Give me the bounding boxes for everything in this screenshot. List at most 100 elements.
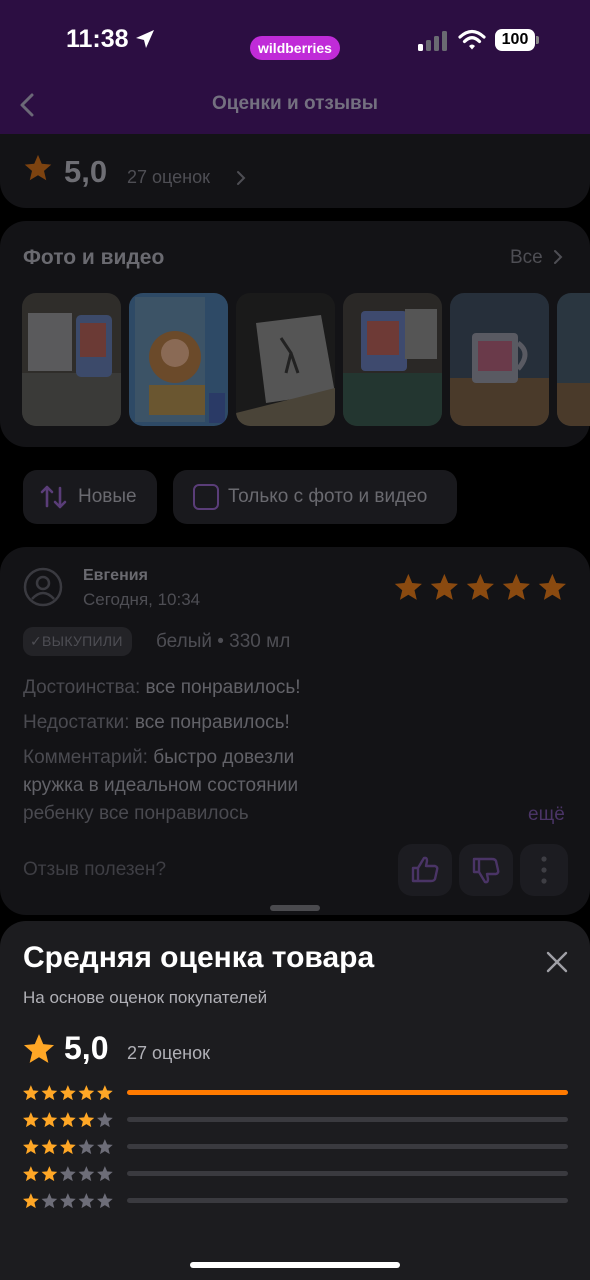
cons-text: все понравилось! xyxy=(134,712,290,733)
chevron-right-icon xyxy=(237,171,246,185)
bought-badge: ✓ВЫКУПИЛИ xyxy=(23,627,132,656)
review-menu-button[interactable] xyxy=(520,844,568,896)
distribution-stars xyxy=(23,1112,113,1128)
distribution-star xyxy=(60,1085,76,1101)
distribution-star xyxy=(97,1112,113,1128)
pros-label: Достоинства: xyxy=(23,677,141,698)
review-comment-line: кружка в идеальном состоянии xyxy=(23,775,298,797)
media-thumbnail[interactable] xyxy=(450,293,549,426)
distribution-star xyxy=(97,1085,113,1101)
distribution-star xyxy=(41,1112,58,1128)
sort-button[interactable]: Новые xyxy=(23,470,157,524)
wifi-icon xyxy=(458,29,486,50)
distribution-star xyxy=(78,1112,95,1128)
cons-label: Недостатки: xyxy=(23,712,130,733)
distribution-row-5 xyxy=(22,1083,568,1103)
review-star xyxy=(502,573,530,600)
rating-value: 5,0 xyxy=(64,154,108,189)
photo-filter-label: Только с фото и видео xyxy=(228,486,428,507)
distribution-star xyxy=(23,1166,39,1182)
distribution-star xyxy=(78,1166,95,1182)
star-icon xyxy=(24,154,52,181)
sheet-rating-value: 5,0 xyxy=(64,1030,109,1066)
status-bar: 11:38 wildberries 100 xyxy=(0,0,590,80)
photo-filter-checkbox[interactable] xyxy=(193,484,219,510)
distribution-star xyxy=(60,1193,76,1209)
media-thumbnail[interactable] xyxy=(22,293,121,426)
dislike-button[interactable] xyxy=(459,844,513,896)
review-date: Сегодня, 10:34 xyxy=(83,590,201,609)
reviewer-name: Евгения xyxy=(83,567,148,584)
page-title: Оценки и отзывы xyxy=(212,93,378,114)
sheet-grabber[interactable] xyxy=(270,905,320,911)
sort-icon xyxy=(40,485,67,509)
review-variant: белый • 330 мл xyxy=(156,631,291,652)
avatar-icon xyxy=(23,567,63,607)
media-section-title: Фото и видео xyxy=(23,246,165,269)
location-arrow-icon xyxy=(136,30,154,48)
comment-label: Комментарий: xyxy=(23,747,148,768)
more-vertical-icon xyxy=(541,856,547,884)
review-comment-line: ребенку все понравилось xyxy=(23,803,249,825)
distribution-row-2 xyxy=(22,1164,568,1184)
sheet-rating-count: 27 оценок xyxy=(127,1043,210,1063)
like-button[interactable] xyxy=(398,844,452,896)
nav-header: Оценки и отзывы xyxy=(0,80,590,134)
distribution-star xyxy=(60,1112,76,1128)
media-thumbnails xyxy=(22,293,590,426)
distribution-row-1 xyxy=(22,1191,568,1211)
media-thumbnail[interactable] xyxy=(343,293,442,426)
distribution-star xyxy=(78,1085,95,1101)
sort-label: Новые xyxy=(78,486,137,507)
distribution-row-3 xyxy=(22,1137,568,1157)
distribution-stars xyxy=(23,1166,113,1182)
review-comment: Комментарий: быстро довезли xyxy=(23,747,294,769)
close-icon[interactable] xyxy=(541,946,573,978)
distribution-star xyxy=(78,1193,95,1209)
distribution-star xyxy=(41,1193,58,1209)
distribution-stars xyxy=(23,1139,113,1155)
battery-level: 100 xyxy=(495,29,535,51)
distribution-star xyxy=(41,1139,58,1155)
distribution-star xyxy=(78,1139,95,1155)
review-star xyxy=(394,573,422,600)
cellular-signal-icon xyxy=(418,31,447,51)
distribution-bar-track xyxy=(127,1144,568,1149)
media-thumbnail[interactable] xyxy=(557,293,590,426)
sheet-subtitle: На основе оценок покупателей xyxy=(23,988,268,1007)
review-cons: Недостатки: все понравилось! xyxy=(23,712,290,734)
distribution-star xyxy=(97,1166,113,1182)
media-thumbnail[interactable] xyxy=(236,293,335,426)
distribution-star xyxy=(41,1166,58,1182)
distribution-stars xyxy=(23,1085,113,1101)
pros-text: все понравилось! xyxy=(145,677,301,698)
chevron-right-icon[interactable] xyxy=(553,249,563,265)
distribution-star xyxy=(41,1085,58,1101)
distribution-star xyxy=(97,1139,113,1155)
status-time: 11:38 xyxy=(66,25,129,53)
read-more-link[interactable]: ещё xyxy=(528,804,565,826)
thumbs-up-icon xyxy=(411,856,439,883)
home-indicator xyxy=(190,1262,400,1268)
distribution-bar-fill xyxy=(127,1090,568,1095)
distribution-bar-track xyxy=(127,1090,568,1095)
photo-filter-toggle[interactable]: Только с фото и видео xyxy=(173,470,457,524)
media-all-link[interactable]: Все xyxy=(510,247,543,269)
review-star xyxy=(538,573,566,600)
comment-line-1: быстро довезли xyxy=(153,747,295,768)
thumbs-down-icon xyxy=(472,857,500,884)
comment-line-2: кружка в идеальном состоянии xyxy=(23,775,299,796)
distribution-star xyxy=(23,1139,39,1155)
review-stars xyxy=(394,573,566,600)
top-bar: 11:38 wildberries 100 Оценки и отзывы xyxy=(0,0,590,134)
distribution-star xyxy=(60,1139,76,1155)
distribution-star xyxy=(23,1085,39,1101)
media-thumbnail[interactable] xyxy=(129,293,228,426)
distribution-star xyxy=(23,1112,39,1128)
bought-badge-label: ВЫКУПИЛИ xyxy=(42,633,123,649)
helpful-question: Отзыв полезен? xyxy=(23,859,167,880)
distribution-star xyxy=(23,1193,39,1209)
distribution-bar-track xyxy=(127,1171,568,1176)
distribution-row-4 xyxy=(22,1110,568,1130)
review-pros: Достоинства: все понравилось! xyxy=(23,677,301,699)
